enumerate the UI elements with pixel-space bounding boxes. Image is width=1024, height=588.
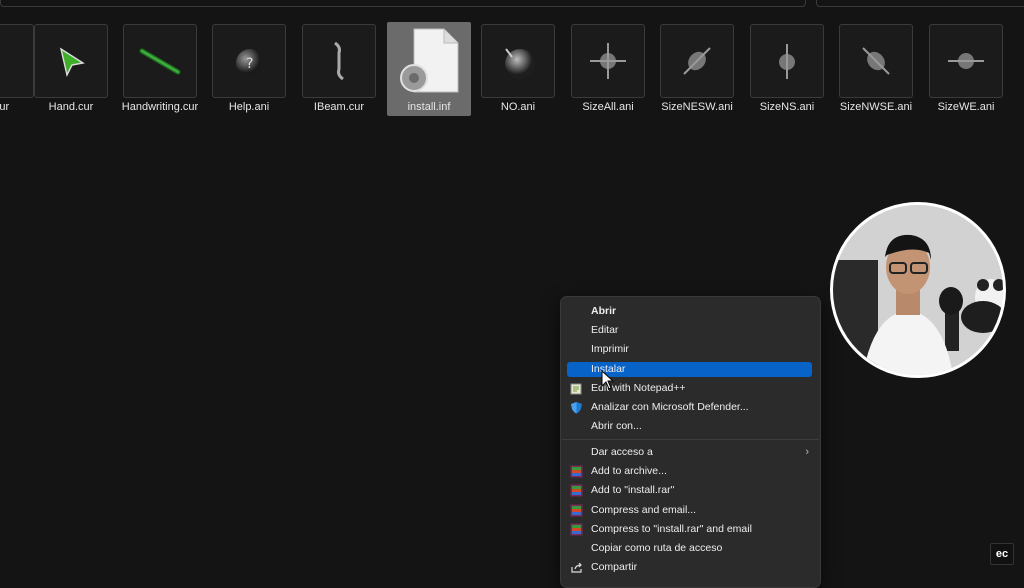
webcam-overlay (830, 202, 1006, 378)
hand-cursor-icon (59, 47, 85, 78)
file-name: Hand.cur (48, 101, 94, 113)
file-item[interactable]: SizeNWSE.ani (834, 22, 918, 116)
file-name: Handwriting.cur (121, 101, 199, 113)
file-name: SizeWE.ani (937, 101, 995, 113)
menu-item-editar[interactable]: Editar (567, 323, 812, 338)
sizenesw-cursor-icon (683, 47, 711, 75)
chevron-right-icon: › (805, 446, 809, 458)
help-cursor-icon: ? (236, 49, 264, 77)
file-item[interactable]: IBeam.cur (297, 22, 381, 116)
file-item[interactable]: Hand.cur (29, 22, 113, 116)
file-thumbnail (392, 24, 466, 98)
menu-item-label: Copiar como ruta de acceso (591, 542, 723, 554)
file-item[interactable]: SizeNS.ani (745, 22, 829, 116)
menu-item-label: Compress to "install.rar" and email (591, 523, 752, 535)
winrar-icon (570, 465, 583, 478)
channel-watermark: ec (990, 543, 1014, 565)
search-box[interactable] (816, 0, 1024, 7)
winrar-icon (570, 523, 583, 536)
menu-item-label: Analizar con Microsoft Defender... (591, 401, 749, 413)
svg-text:?: ? (246, 56, 253, 72)
file-grid: ...cur Hand.cur Handwriting.cur ? Help.a… (0, 22, 1024, 132)
menu-item-label: Dar acceso a (591, 446, 653, 458)
menu-item-label: Add to archive... (591, 465, 667, 477)
sizewe-cursor-icon (948, 53, 984, 69)
menu-item-abrir[interactable]: Abrir (567, 304, 812, 319)
sizeall-cursor-icon (590, 43, 626, 79)
menu-item-add-install-rar[interactable]: Add to "install.rar" (567, 483, 812, 498)
menu-separator (562, 439, 819, 440)
winrar-icon (570, 484, 583, 497)
file-thumbnail (34, 24, 108, 98)
handwriting-cursor-icon (139, 48, 181, 75)
menu-item-label: Abrir con... (591, 420, 642, 432)
file-item-selected[interactable]: install.inf (387, 22, 471, 116)
file-thumbnail (302, 24, 376, 98)
file-item[interactable]: SizeAll.ani (566, 22, 650, 116)
file-name: SizeNESW.ani (661, 101, 733, 113)
file-item[interactable]: SizeNESW.ani (655, 22, 739, 116)
ibeam-cursor-icon (334, 41, 344, 81)
menu-item-compress-email[interactable]: Compress and email... (567, 503, 812, 518)
sizenwse-cursor-icon (862, 47, 890, 75)
share-icon (571, 562, 582, 573)
menu-item-label: Imprimir (591, 343, 629, 355)
menu-item-label: Compress and email... (591, 504, 697, 516)
file-thumbnail (571, 24, 645, 98)
menu-item-label: Editar (591, 324, 619, 336)
file-thumbnail: ? (212, 24, 286, 98)
file-name: NO.ani (500, 101, 536, 113)
file-item[interactable]: SizeWE.ani (924, 22, 1008, 116)
file-name: IBeam.cur (313, 101, 365, 113)
menu-item-label: Add to "install.rar" (591, 484, 675, 496)
file-item[interactable]: Handwriting.cur (118, 22, 202, 116)
menu-item-abrir-con[interactable]: Abrir con... (567, 419, 812, 434)
menu-item-imprimir[interactable]: Imprimir (567, 342, 812, 357)
address-bar[interactable] (0, 0, 806, 7)
file-thumbnail (839, 24, 913, 98)
menu-item-copiar-ruta[interactable]: Copiar como ruta de acceso (567, 541, 812, 556)
menu-item-defender[interactable]: Analizar con Microsoft Defender... (567, 400, 812, 415)
menu-item-add-archive[interactable]: Add to archive... (567, 464, 812, 479)
file-name: SizeAll.ani (582, 101, 634, 113)
defender-shield-icon (571, 402, 582, 414)
notepadpp-icon (570, 383, 582, 395)
file-name: install.inf (407, 101, 451, 113)
menu-item-compress-install-email[interactable]: Compress to "install.rar" and email (567, 522, 812, 537)
menu-item-dar-acceso[interactable]: Dar acceso a › (567, 445, 812, 460)
setup-file-icon (400, 28, 459, 93)
file-thumbnail (750, 24, 824, 98)
no-cursor-icon (505, 48, 535, 79)
mouse-pointer-icon (601, 370, 615, 390)
file-thumbnail (123, 24, 197, 98)
context-menu: Abrir Editar Imprimir Instalar Edit with… (560, 296, 821, 588)
file-name: SizeNWSE.ani (839, 101, 913, 113)
sizens-cursor-icon (779, 44, 795, 79)
presenter-video (833, 205, 1003, 375)
menu-item-label: Compartir (591, 561, 638, 573)
file-item[interactable]: ? Help.ani (207, 22, 291, 116)
file-thumbnail (929, 24, 1003, 98)
menu-item-compartir[interactable]: Compartir (567, 560, 812, 575)
file-item[interactable]: NO.ani (476, 22, 560, 116)
menu-item-label: Abrir (591, 305, 617, 317)
winrar-icon (570, 504, 583, 517)
file-name: Help.ani (228, 101, 270, 113)
file-thumbnail (660, 24, 734, 98)
file-name: SizeNS.ani (759, 101, 815, 113)
file-thumbnail (481, 24, 555, 98)
